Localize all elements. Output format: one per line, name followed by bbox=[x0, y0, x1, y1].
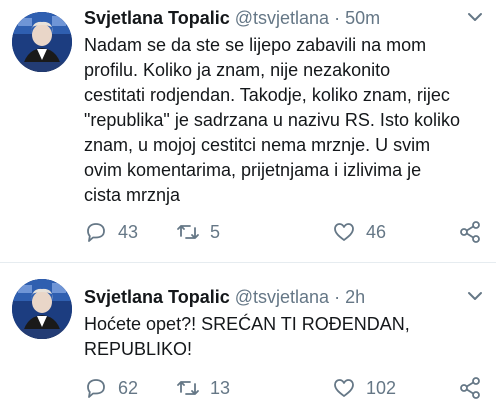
share-icon bbox=[460, 377, 480, 399]
timestamp[interactable]: 2h bbox=[345, 287, 365, 307]
retweet-count: 13 bbox=[210, 377, 231, 398]
chevron-down-icon[interactable] bbox=[466, 289, 484, 303]
share-button[interactable] bbox=[458, 219, 492, 245]
author-handle[interactable]: @tsvjetlana bbox=[235, 8, 329, 28]
avatar[interactable] bbox=[12, 279, 72, 339]
tweet-header: Svjetlana Topalic @tsvjetlana · 50m bbox=[84, 6, 380, 30]
reply-count: 62 bbox=[118, 377, 139, 398]
heart-icon bbox=[334, 223, 354, 241]
share-button[interactable] bbox=[458, 375, 492, 401]
heart-icon bbox=[334, 379, 354, 397]
retweet-count: 5 bbox=[210, 221, 221, 242]
retweet-button[interactable]: 13 bbox=[176, 375, 230, 401]
like-button[interactable]: 102 bbox=[332, 375, 396, 401]
tweet-text: Nadam se da ste se lijepo zabavili na mo… bbox=[84, 35, 460, 205]
author-name[interactable]: Svjetlana Topalic bbox=[84, 287, 230, 307]
timestamp[interactable]: 50m bbox=[345, 8, 380, 28]
reply-count: 43 bbox=[118, 221, 139, 242]
reply-icon bbox=[87, 379, 105, 398]
tweet-header: Svjetlana Topalic @tsvjetlana · 2h bbox=[84, 285, 365, 309]
reply-button[interactable]: 43 bbox=[84, 219, 138, 245]
reply-button[interactable]: 62 bbox=[84, 375, 138, 401]
chevron-down-icon[interactable] bbox=[466, 10, 484, 24]
author-handle[interactable]: @tsvjetlana bbox=[235, 287, 329, 307]
tweet[interactable]: Svjetlana Topalic @tsvjetlana · 50m Nada… bbox=[0, 0, 496, 262]
separator-dot: · bbox=[334, 8, 341, 28]
tweet[interactable]: Svjetlana Topalic @tsvjetlana · 2h Hoćet… bbox=[0, 263, 496, 414]
like-count: 46 bbox=[366, 221, 387, 242]
like-count: 102 bbox=[366, 377, 397, 398]
share-icon bbox=[460, 221, 480, 243]
avatar[interactable] bbox=[12, 12, 72, 72]
author-name[interactable]: Svjetlana Topalic bbox=[84, 8, 230, 28]
retweet-button[interactable]: 5 bbox=[176, 219, 220, 245]
tweet-text: Hoćete opet?! SREĆAN TI ROĐENDAN, REPUBL… bbox=[84, 314, 410, 359]
reply-icon bbox=[87, 223, 105, 242]
retweet-icon bbox=[177, 381, 199, 395]
like-button[interactable]: 46 bbox=[332, 219, 386, 245]
tweet-actions: 43 5 46 bbox=[84, 219, 488, 245]
separator-dot: · bbox=[334, 287, 341, 307]
retweet-icon bbox=[177, 225, 199, 239]
tweet-actions: 62 13 102 bbox=[84, 375, 488, 401]
